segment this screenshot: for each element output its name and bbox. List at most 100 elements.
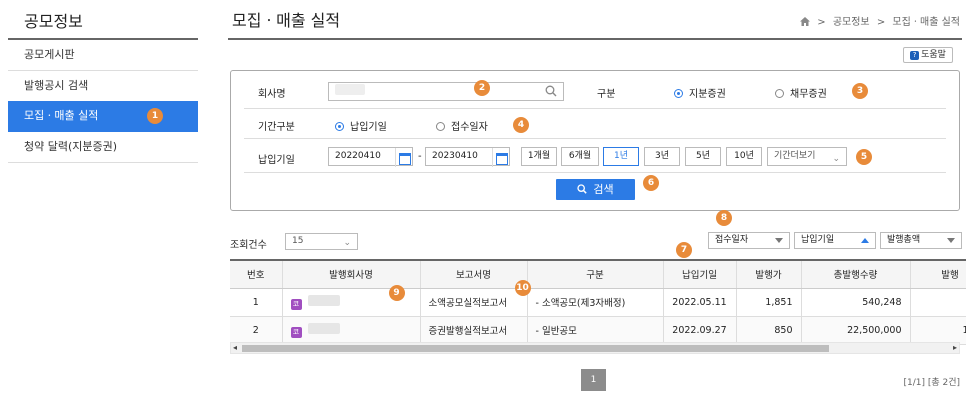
radio-selected-icon <box>674 89 683 98</box>
company-input-value <box>335 84 365 95</box>
breadcrumb: > 공모정보 > 모집ㆍ매출 실적 <box>800 13 960 29</box>
radio-label: 채무증권 <box>790 89 827 100</box>
breadcrumb-item[interactable]: 공모정보 <box>833 17 870 28</box>
sidebar-item-disclosure-search[interactable]: 발행공시 검색 <box>8 71 198 102</box>
cell-company[interactable]: 코 <box>282 316 421 345</box>
breadcrumb-separator: > <box>876 17 886 28</box>
step-badge: 10 <box>514 279 531 296</box>
column-header: 발행회사명 <box>282 259 421 289</box>
sort-label: 납입기일 <box>801 235 835 245</box>
company-input[interactable] <box>328 82 564 101</box>
search-form: 회사명 2 구분 지분증권 채무증권 3 기간구분 납입기일 접수일자 4 납입… <box>230 70 960 211</box>
sort-down-icon <box>775 238 783 243</box>
chevron-down-icon: ⌄ <box>343 238 351 248</box>
company-type-icon: 코 <box>290 326 302 338</box>
page-title: 모집ㆍ매출 실적 <box>232 11 341 30</box>
period-radio-receipt-date[interactable]: 접수일자 <box>436 118 488 133</box>
sidebar-item-subscription-calendar[interactable]: 청약 달력(지분증권) <box>8 132 198 163</box>
company-label: 회사명 <box>258 89 286 100</box>
sort-down-icon <box>947 238 955 243</box>
sidebar-item-offering-results[interactable]: 모집ㆍ매출 실적 1 <box>8 101 198 132</box>
main-content: 모집ㆍ매출 실적 > 공모정보 > 모집ㆍ매출 실적 ? 도움말 회사명 2 구분… <box>228 0 967 395</box>
table-header-row: 번호 발행회사명 보고서명 구분 납입기일 발행가 총발행수량 발행 <box>230 259 966 289</box>
help-icon: ? <box>910 51 920 60</box>
cell-report[interactable]: 소액공모실적보고서 10 <box>420 279 531 317</box>
sidebar: 공모정보 공모게시판 발행공시 검색 모집ㆍ매출 실적 1 청약 달력(지분증권) <box>0 0 215 395</box>
column-header: 발행 <box>910 259 966 289</box>
radio-label: 접수일자 <box>451 122 488 133</box>
cell-qty: 540,248 <box>801 288 911 317</box>
column-header: 총발행수량 <box>801 259 911 289</box>
cell-price: 1,851 <box>736 288 802 317</box>
results-table-container: 번호 발행회사명 보고서명 구분 납입기일 발행가 총발행수량 발행 1 코9 … <box>230 259 966 355</box>
type-radio-debt[interactable]: 채무증권 <box>775 85 827 100</box>
cell-qty: 22,500,000 <box>801 316 911 345</box>
sort-select-total-amount[interactable]: 발행총액 <box>880 232 962 249</box>
breadcrumb-item[interactable]: 모집ㆍ매출 실적 <box>892 17 960 28</box>
scrollbar-thumb[interactable] <box>242 345 829 352</box>
type-label: 구분 <box>597 89 616 100</box>
sort-up-icon <box>861 238 869 243</box>
step-badge: 9 <box>388 284 405 301</box>
cell-price: 850 <box>736 316 802 345</box>
company-type-icon: 코 <box>290 298 302 310</box>
cell-amount: 19, <box>910 316 966 345</box>
column-header: 구분 <box>527 259 664 289</box>
table-row: 2 코 증권발행실적보고서 - 일반공모 2022.09.27 850 22,5… <box>230 316 966 345</box>
cell-no: 2 <box>230 316 283 345</box>
page-info: [1/1] [총 2건] <box>903 378 960 388</box>
step-badge: 7 <box>676 242 692 258</box>
sidebar-item-label: 청약 달력(지분증권) <box>24 140 118 153</box>
sidebar-item-label: 모집ㆍ매출 실적 <box>24 109 99 122</box>
sidebar-item-board[interactable]: 공모게시판 <box>8 40 198 71</box>
sort-select-receipt-date[interactable]: 접수일자 <box>708 232 790 249</box>
cell-type: - 일반공모 <box>527 316 664 345</box>
form-row-date <box>244 139 946 173</box>
cell-amount <box>910 288 966 317</box>
period-radio-payment-date[interactable]: 납입기일 <box>335 118 387 133</box>
scroll-left-icon[interactable]: ◂ <box>233 343 237 353</box>
company-name-masked <box>307 322 340 334</box>
step-badge: 3 <box>852 83 868 99</box>
company-name-masked <box>307 294 340 306</box>
page-button-current[interactable]: 1 <box>581 369 606 391</box>
radio-icon <box>775 89 784 98</box>
home-icon[interactable] <box>800 17 811 29</box>
report-link[interactable]: 소액공모실적보고서 <box>429 298 508 309</box>
horizontal-scrollbar[interactable]: ◂ ▸ <box>230 342 960 354</box>
help-button[interactable]: ? 도움말 <box>903 47 953 63</box>
period-label: 기간구분 <box>258 122 295 133</box>
step-badge: 6 <box>643 175 659 191</box>
page-size-value: 15 <box>292 236 304 246</box>
sidebar-item-label: 공모게시판 <box>24 48 75 61</box>
search-button[interactable]: 검색 <box>556 179 635 200</box>
cell-report[interactable]: 증권발행실적보고서 <box>420 316 528 345</box>
search-icon <box>577 180 588 201</box>
help-label: 도움말 <box>921 50 946 60</box>
radio-selected-icon <box>335 122 344 131</box>
cell-type: - 소액공모(제3자배정) <box>527 288 664 317</box>
breadcrumb-separator: > <box>817 17 826 28</box>
title-divider <box>228 38 962 40</box>
step-badge: 2 <box>474 80 490 96</box>
step-badge: 8 <box>716 210 732 226</box>
search-icon[interactable] <box>545 85 557 104</box>
radio-label: 납입기일 <box>350 122 387 133</box>
radio-label: 지분증권 <box>689 89 726 100</box>
page-size-select[interactable]: 15 ⌄ <box>285 233 358 250</box>
cell-company[interactable]: 코9 <box>282 284 421 317</box>
step-badge: 1 <box>147 108 163 124</box>
column-header: 번호 <box>230 259 283 289</box>
cell-date: 2022.05.11 <box>663 288 737 317</box>
report-link[interactable]: 증권발행실적보고서 <box>429 326 508 337</box>
results-table: 번호 발행회사명 보고서명 구분 납입기일 발행가 총발행수량 발행 1 코9 … <box>230 259 966 345</box>
search-button-label: 검색 <box>593 183 614 196</box>
sidebar-item-label: 발행공시 검색 <box>24 79 89 92</box>
sort-select-payment-date[interactable]: 납입기일 <box>794 232 876 249</box>
column-header: 납입기일 <box>663 259 737 289</box>
sort-label: 발행총액 <box>887 235 921 245</box>
type-radio-equity[interactable]: 지분증권 <box>674 85 726 100</box>
scroll-right-icon[interactable]: ▸ <box>953 343 957 353</box>
cell-date: 2022.09.27 <box>663 316 737 345</box>
radio-icon <box>436 122 445 131</box>
